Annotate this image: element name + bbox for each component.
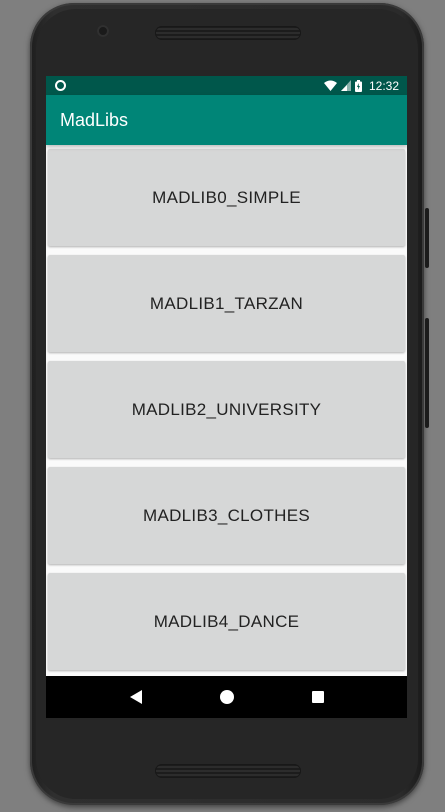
madlib3-clothes-button[interactable]: MADLIB3_CLOTHES [48,467,405,564]
home-icon[interactable] [215,685,239,709]
madlib4-dance-button[interactable]: MADLIB4_DANCE [48,573,405,670]
status-bar: 12:32 [46,76,407,95]
madlib-button-list: MADLIB0_SIMPLE MADLIB1_TARZAN MADLIB2_UN… [48,149,405,670]
bottom-speaker [155,764,301,778]
wifi-icon [323,80,337,91]
app-bar: MadLibs [46,95,407,145]
signal-icon [340,80,351,91]
top-speaker [155,26,301,40]
madlib2-university-button[interactable]: MADLIB2_UNIVERSITY [48,361,405,458]
status-time: 12:32 [368,78,399,93]
back-icon[interactable] [124,685,148,709]
app-title: MadLibs [60,109,129,130]
device-screen: 12:32 MadLibs MADLIB0_SIMPLE MADLIB1_TAR… [46,76,407,718]
madlib0-simple-button[interactable]: MADLIB0_SIMPLE [48,149,405,246]
front-camera [97,25,109,37]
volume-button [425,208,429,268]
emulator-stage: 12:32 MadLibs MADLIB0_SIMPLE MADLIB1_TAR… [0,0,445,812]
madlib1-tarzan-button[interactable]: MADLIB1_TARZAN [48,255,405,352]
navigation-bar [46,676,407,718]
battery-icon [354,79,362,92]
notification-dot-icon [55,80,66,91]
recents-icon[interactable] [306,685,330,709]
button-list-container: MADLIB0_SIMPLE MADLIB1_TARZAN MADLIB2_UN… [46,145,407,670]
power-button [425,318,429,428]
